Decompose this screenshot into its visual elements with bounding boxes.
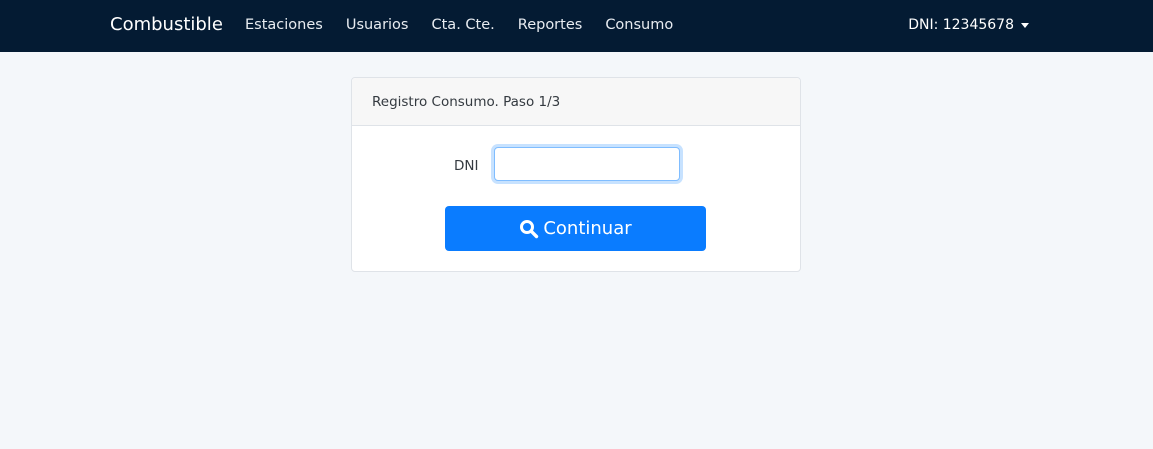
card-header: Registro Consumo. Paso 1/3 (352, 78, 800, 126)
continue-button[interactable]: Continuar (445, 206, 706, 251)
nav-links: Estaciones Usuarios Cta. Cte. Reportes C… (245, 15, 696, 35)
dni-input[interactable] (494, 147, 680, 181)
user-menu-dropdown[interactable]: DNI: 12345678 (908, 15, 1029, 35)
search-icon (520, 219, 539, 238)
card-title: Registro Consumo. Paso 1/3 (372, 94, 561, 110)
continue-button-label: Continuar (543, 218, 632, 239)
user-menu-label: DNI: 12345678 (908, 17, 1014, 33)
navbar-brand[interactable]: Combustible (110, 13, 223, 37)
dni-label: DNI (454, 158, 479, 174)
nav-link-consumo[interactable]: Consumo (605, 15, 673, 35)
nav-link-estaciones[interactable]: Estaciones (245, 15, 323, 35)
caret-down-icon (1021, 23, 1029, 28)
nav-link-usuarios[interactable]: Usuarios (346, 15, 409, 35)
nav-link-reportes[interactable]: Reportes (518, 15, 583, 35)
top-navbar: Combustible Estaciones Usuarios Cta. Cte… (0, 0, 1153, 52)
nav-link-cta-cte[interactable]: Cta. Cte. (432, 15, 495, 35)
dni-form-row: DNI (352, 147, 800, 183)
registro-consumo-card: Registro Consumo. Paso 1/3 DNI Continuar (351, 77, 801, 272)
